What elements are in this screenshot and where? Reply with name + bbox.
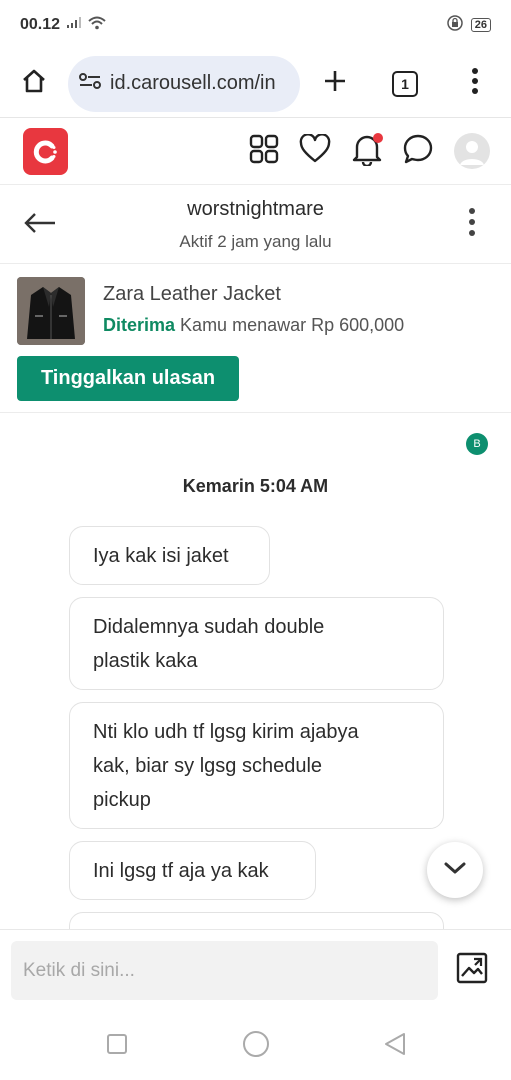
date-separator: Kemarin 5:04 AM <box>182 476 329 496</box>
home-button[interactable] <box>0 50 68 118</box>
categories-button[interactable] <box>246 133 282 169</box>
browser-menu-button[interactable] <box>440 50 510 118</box>
square-icon <box>106 1033 128 1060</box>
message-line: plastik kaka <box>93 650 198 672</box>
chat-bubble-icon <box>402 133 434 170</box>
message-bubble: Didalemnya sudah double plastik kaka <box>69 597 444 690</box>
message-line: kak, biar sy lgsg schedule <box>93 755 323 777</box>
notifications-button[interactable] <box>349 133 385 169</box>
triangle-back-icon <box>383 1031 407 1062</box>
message-bubble: Nti klo udh tf lgsg kirim ajabya kak, bi… <box>69 702 444 829</box>
home-icon <box>20 67 48 100</box>
kebab-menu-icon <box>471 68 479 99</box>
notification-dot <box>373 133 383 143</box>
chevron-down-icon <box>443 861 467 880</box>
likes-button[interactable] <box>297 132 333 169</box>
message-composer <box>0 929 511 1013</box>
plus-icon <box>323 69 347 98</box>
circle-icon <box>242 1030 270 1063</box>
wifi-icon <box>88 16 106 35</box>
image-icon <box>456 952 488 989</box>
heart-icon <box>299 132 331 169</box>
carousell-logo[interactable] <box>23 128 68 175</box>
tab-count: 1 <box>392 70 418 97</box>
listing-summary: Zara Leather Jacket Diterima Kamu menawa… <box>0 265 511 413</box>
grid-icon <box>248 133 280 170</box>
app-header <box>0 119 511 185</box>
site-settings-icon[interactable] <box>78 71 102 96</box>
system-back-button[interactable] <box>380 1031 410 1061</box>
message-bubble: Ini lgsg tf aja ya kak <box>69 841 316 900</box>
message-line: Ini lgsg tf aja ya kak <box>93 860 269 882</box>
chat-active-status: Aktif 2 jam yang lalu <box>179 232 332 251</box>
inbox-button[interactable] <box>400 133 436 169</box>
avatar[interactable] <box>454 133 490 169</box>
message-line: Didalemnya sudah double <box>93 616 325 638</box>
address-bar[interactable]: id.carousell.com/in <box>68 55 300 112</box>
carousell-logo-icon <box>33 140 57 163</box>
offer-line: Diterima Kamu menawar Rp 600,000 <box>103 315 404 336</box>
attach-image-button[interactable] <box>455 952 489 989</box>
system-nav-bar <box>0 1013 511 1080</box>
chat-header: worstnightmare Aktif 2 jam yang lalu <box>0 186 511 264</box>
chat-username[interactable]: worstnightmare <box>0 198 511 221</box>
status-left: 00.12 <box>20 16 106 35</box>
status-bar: 00.12 26 <box>0 0 511 50</box>
message-list[interactable]: B Kemarin 5:04 AM Iya kak isi jaket Dida… <box>0 414 511 929</box>
scroll-to-bottom-button[interactable] <box>427 842 483 898</box>
status-time: 00.12 <box>20 16 61 33</box>
new-tab-button[interactable] <box>300 50 370 118</box>
message-input[interactable] <box>11 941 438 1000</box>
status-right: 26 <box>447 14 491 36</box>
leave-review-button[interactable]: Tinggalkan ulasan <box>17 356 239 401</box>
offer-status-label: Diterima <box>103 315 176 335</box>
listing-thumbnail[interactable] <box>17 277 85 345</box>
browser-toolbar: id.carousell.com/in 1 <box>0 50 511 118</box>
message-line: Iya kak isi jaket <box>93 545 229 567</box>
listing-title[interactable]: Zara Leather Jacket <box>103 283 281 306</box>
offer-text: Kamu menawar Rp 600,000 <box>180 315 405 335</box>
battery-indicator: 26 <box>470 18 491 32</box>
read-receipt-avatar: B <box>466 433 488 455</box>
vpn-lock-icon <box>447 14 463 36</box>
recents-button[interactable] <box>102 1031 132 1061</box>
jacket-image <box>17 277 85 345</box>
message-line: pickup <box>93 789 151 811</box>
chat-options-button[interactable] <box>455 206 489 242</box>
message-line: Nti klo udh tf lgsg kirim ajabya <box>93 721 359 743</box>
message-bubble: Iya kak isi jaket <box>69 526 270 585</box>
signal-icon <box>66 16 82 34</box>
user-silhouette-icon <box>460 141 484 165</box>
kebab-menu-icon <box>468 207 476 242</box>
tab-switcher-button[interactable]: 1 <box>370 50 440 118</box>
url-text[interactable]: id.carousell.com/in <box>110 72 276 95</box>
system-home-button[interactable] <box>241 1030 271 1063</box>
message-bubble-partial <box>69 912 444 929</box>
